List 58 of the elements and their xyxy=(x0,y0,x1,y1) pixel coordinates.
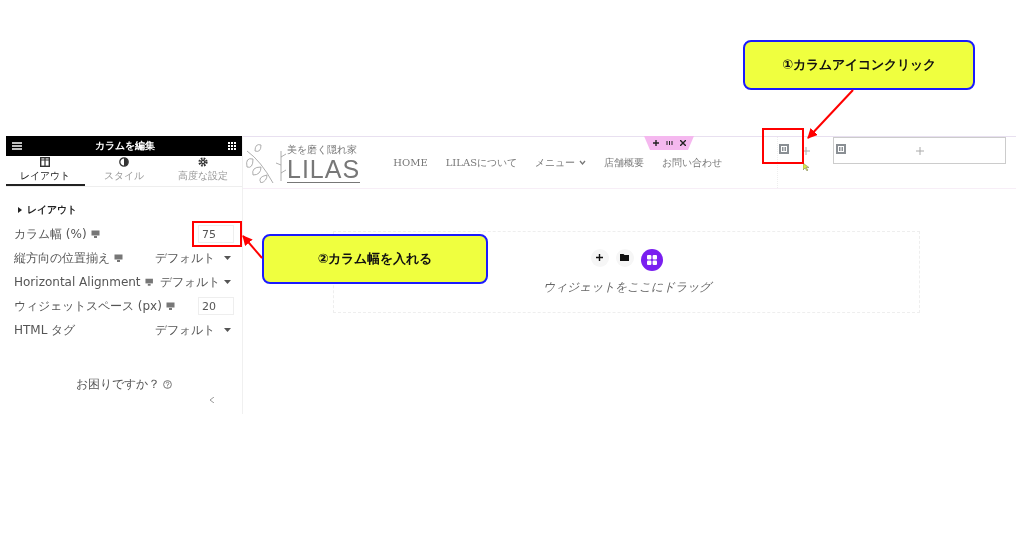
number-field[interactable]: 75 xyxy=(198,225,234,243)
monitor-icon xyxy=(144,278,153,286)
callout: ①カラムアイコンクリック xyxy=(743,40,975,90)
select-dropdown[interactable]: デフォルト xyxy=(152,321,234,339)
control-label: ウィジェットスペース (px) xyxy=(14,297,162,315)
nav-link[interactable]: 店舗概要 xyxy=(604,155,644,170)
drop-hint: ウィジェットをここにドラッグ xyxy=(542,278,711,296)
logo-tagline: 美を磨く隠れ家 xyxy=(287,142,357,157)
callout: ②カラム幅を入れる xyxy=(262,234,488,284)
plus-icon xyxy=(652,140,659,146)
plus-icon xyxy=(915,146,924,155)
grid-icon xyxy=(646,254,657,265)
pointer-arrow xyxy=(242,235,263,259)
panel-title: カラムを編集 xyxy=(95,139,155,153)
section-title[interactable]: レイアウト xyxy=(27,203,77,217)
plus-icon xyxy=(596,254,603,261)
grid-button[interactable] xyxy=(640,248,663,271)
section-handle[interactable] xyxy=(644,136,694,150)
control-label: 縦方向の位置揃え xyxy=(14,249,110,267)
plus-icon xyxy=(801,146,810,155)
control-label: Horizontal Alignment xyxy=(14,275,141,289)
select-dropdown[interactable]: デフォルト xyxy=(152,249,234,267)
control-label: カラム幅 (%) xyxy=(14,225,87,243)
help-icon xyxy=(163,380,172,389)
contrast-icon xyxy=(119,157,129,167)
highlight-frame xyxy=(192,221,242,247)
monitor-icon xyxy=(165,302,175,310)
pointer-arrow xyxy=(807,89,854,139)
caret-icon xyxy=(224,280,231,284)
template-button[interactable] xyxy=(615,248,634,267)
column-handle-icon xyxy=(779,144,789,154)
chevron-down-icon xyxy=(579,160,586,165)
caret-icon xyxy=(224,328,231,332)
select-dropdown[interactable]: デフォルト xyxy=(157,273,234,291)
nav-link[interactable]: HOME xyxy=(393,157,428,168)
folder-icon xyxy=(620,254,629,261)
nav-link[interactable]: LILASについて xyxy=(445,155,517,170)
highlight-frame xyxy=(762,128,804,164)
panel-tab[interactable]: レイアウト xyxy=(6,156,85,186)
logo-text[interactable]: LILAS xyxy=(287,156,361,182)
add-button[interactable] xyxy=(590,248,609,267)
cursor-icon xyxy=(803,163,809,171)
monitor-icon xyxy=(114,254,123,262)
nav-link[interactable]: お問い合わせ xyxy=(662,155,722,170)
menu-icon xyxy=(12,142,22,150)
grid-icon xyxy=(228,142,236,150)
number-field[interactable]: 20 xyxy=(198,297,234,315)
caret-icon xyxy=(224,256,231,260)
help-link[interactable]: お困りですか？ xyxy=(76,376,160,393)
close-icon xyxy=(679,140,686,146)
nav-link[interactable]: メニュー xyxy=(535,155,586,170)
column-handle-icon xyxy=(836,144,846,154)
drag-icon xyxy=(665,141,673,145)
collapse-icon xyxy=(210,397,214,403)
monitor-icon xyxy=(90,230,100,238)
control-label: HTML タグ xyxy=(14,321,76,339)
columns-icon xyxy=(40,157,51,167)
settings-icon xyxy=(197,157,208,167)
